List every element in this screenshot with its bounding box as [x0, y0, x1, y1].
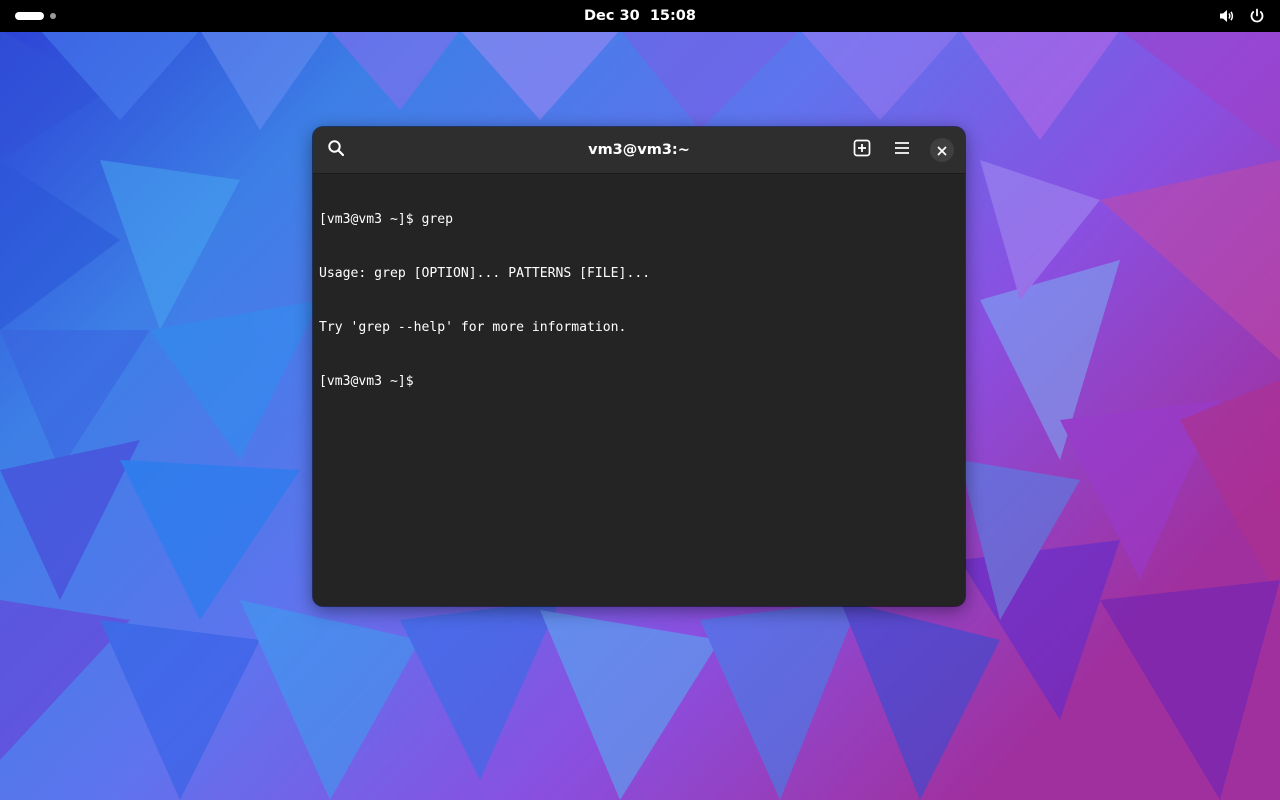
search-icon [327, 139, 345, 161]
date-time-button[interactable]: Dec 30 15:08 [540, 0, 740, 32]
new-tab-button[interactable] [847, 135, 877, 165]
activities-button[interactable] [10, 8, 70, 24]
time-label: 15:08 [649, 8, 696, 24]
close-window-button[interactable] [930, 138, 954, 162]
hamburger-menu-icon [893, 139, 911, 161]
terminal-line-help-hint: Try 'grep --help' for more information. [319, 320, 627, 335]
window-title: vm3@vm3:~ [588, 142, 690, 158]
new-tab-icon [853, 139, 871, 161]
system-tray[interactable] [1218, 6, 1266, 26]
terminal-line-prompt[interactable]: [vm3@vm3 ~]$ [319, 373, 650, 391]
close-icon [937, 141, 947, 160]
terminal-line-usage: Usage: grep [OPTION]... PATTERNS [FILE].… [319, 266, 651, 281]
desktop: Dec 30 15:08 vm3@vm3:~ [vm3@vm3 ~]$ grep… [0, 0, 1280, 800]
active-workspace-indicator [15, 12, 44, 20]
inactive-workspace-indicator [50, 13, 56, 19]
terminal-text: [vm3@vm3 ~]$ grep Usage: grep [OPTION]..… [319, 175, 650, 427]
main-menu-button[interactable] [887, 135, 917, 165]
terminal-window[interactable]: vm3@vm3:~ [vm3@vm3 ~]$ grep Usage: grep … [313, 127, 965, 606]
terminal-line-command: [vm3@vm3 ~]$ grep [319, 212, 454, 227]
search-button[interactable] [321, 135, 351, 165]
power-icon[interactable] [1248, 7, 1266, 25]
date-label: Dec 30 [584, 8, 640, 24]
volume-icon[interactable] [1218, 7, 1236, 25]
terminal-output-area[interactable]: [vm3@vm3 ~]$ grep Usage: grep [OPTION]..… [313, 174, 965, 606]
top-bar: Dec 30 15:08 [0, 0, 1280, 32]
terminal-headerbar[interactable]: vm3@vm3:~ [313, 127, 965, 174]
